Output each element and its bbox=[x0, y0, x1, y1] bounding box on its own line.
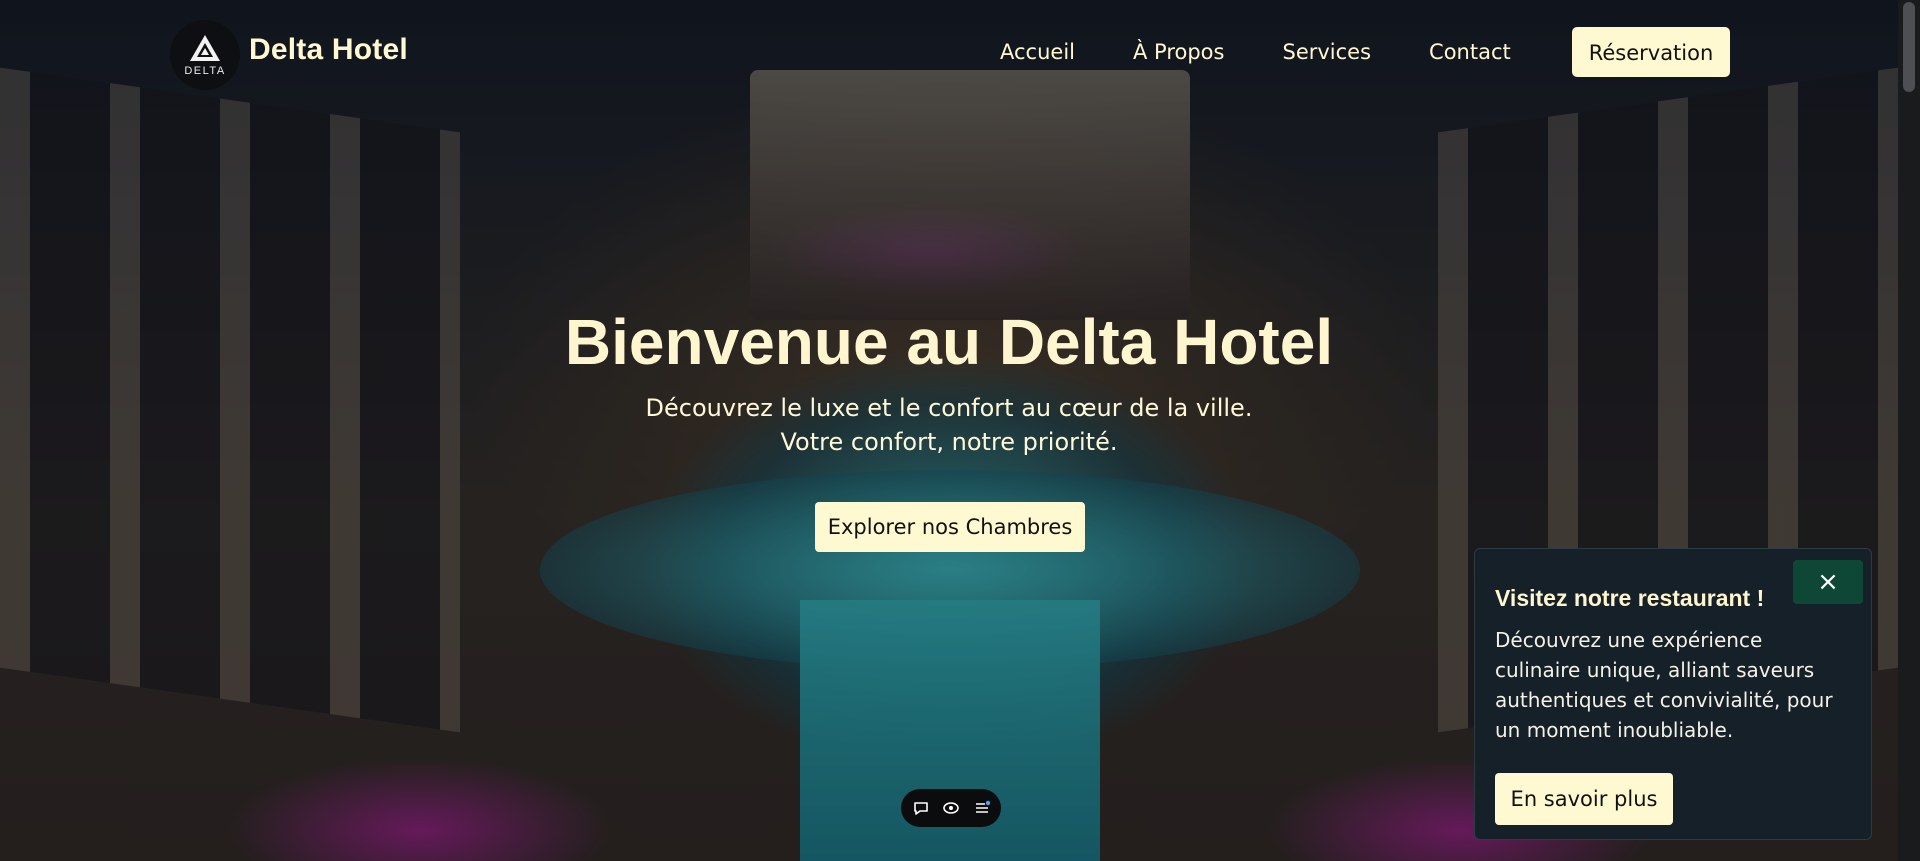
nav-item-contact[interactable]: Contact bbox=[1429, 27, 1511, 77]
popup-close-button[interactable]: × bbox=[1793, 560, 1863, 604]
nav-item-accueil[interactable]: Accueil bbox=[1000, 27, 1075, 77]
nav-item-a-propos[interactable]: À Propos bbox=[1133, 27, 1224, 77]
learn-more-button[interactable]: En savoir plus bbox=[1495, 773, 1673, 825]
site-header: DELTA Delta Hotel Accueil À Propos Servi… bbox=[0, 0, 1898, 100]
hero-title: Bienvenue au Delta Hotel bbox=[564, 306, 1334, 378]
popup-text: Découvrez une expérience culinaire uniqu… bbox=[1495, 628, 1833, 742]
reservation-button[interactable]: Réservation bbox=[1572, 27, 1730, 77]
restaurant-popup: × Visitez notre restaurant ! Découvrez u… bbox=[1474, 548, 1872, 840]
page-scrollbar[interactable] bbox=[1898, 0, 1920, 861]
hero-subtitle-line-2: Votre confort, notre priorité. bbox=[780, 428, 1118, 456]
chat-icon[interactable] bbox=[910, 797, 932, 819]
floating-toolbar bbox=[901, 789, 1001, 827]
brand-logo[interactable]: DELTA bbox=[170, 20, 240, 90]
brand-name[interactable]: Delta Hotel bbox=[249, 30, 408, 70]
list-icon[interactable] bbox=[971, 797, 993, 819]
nav-item-services[interactable]: Services bbox=[1282, 27, 1371, 77]
delta-logo-icon bbox=[190, 34, 220, 61]
hero-subtitle-line-1: Découvrez le luxe et le confort au cœur … bbox=[645, 394, 1253, 422]
hero-subtitle: Découvrez le luxe et le confort au cœur … bbox=[0, 391, 1898, 459]
main-nav: Accueil À Propos Services Contact Réserv… bbox=[1000, 27, 1730, 77]
explore-rooms-button[interactable]: Explorer nos Chambres bbox=[815, 502, 1085, 552]
logo-word: DELTA bbox=[184, 64, 226, 77]
eye-icon[interactable] bbox=[940, 797, 962, 819]
scrollbar-thumb[interactable] bbox=[1903, 2, 1915, 92]
